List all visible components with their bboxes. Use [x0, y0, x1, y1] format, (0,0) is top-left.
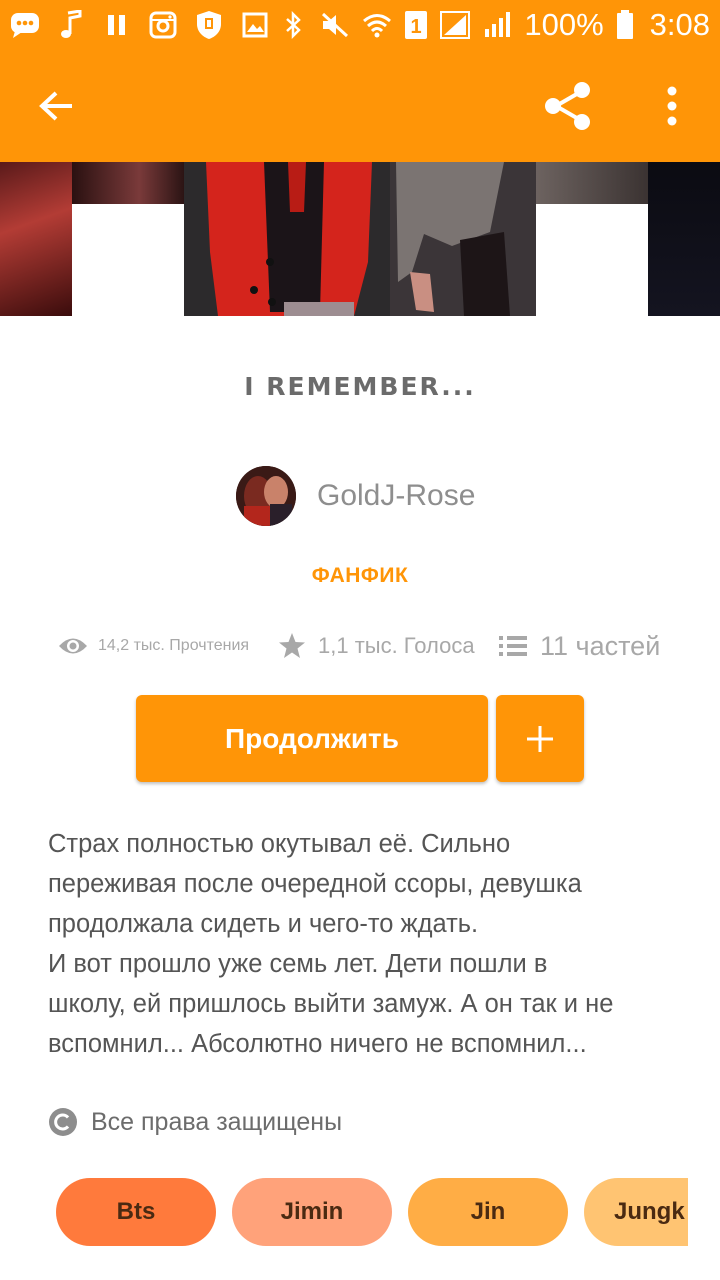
signal-icon	[440, 10, 471, 40]
parts-count[interactable]: 11 частей	[540, 631, 660, 662]
copyright-row: Все права защищены	[48, 1102, 342, 1142]
cover-thumbnail-previous-2[interactable]	[72, 162, 184, 204]
bluetooth-icon	[278, 10, 308, 40]
reads-stat: 14,2 тыс. Прочтения	[58, 626, 249, 666]
sim-slot-label: 1	[411, 16, 422, 38]
author-row[interactable]: GoldJ-Rose	[236, 466, 475, 526]
cover-carousel[interactable]	[0, 162, 720, 318]
story-description: Страх полностью окутывал её. Сильно пере…	[48, 824, 688, 1064]
battery-percent: 100%	[524, 7, 604, 42]
shield-icon	[194, 10, 224, 40]
star-icon	[279, 633, 305, 658]
sim-icon: 1	[404, 10, 428, 40]
tag-chip[interactable]: Jungk	[584, 1178, 688, 1246]
status-bar-system: 1 100% 3:08	[278, 6, 710, 44]
pause-icon	[102, 10, 132, 40]
description-line: продолжала сидеть и чего-то ждать.	[48, 910, 479, 938]
tags-row[interactable]: Bts Jimin Jin Jungk	[0, 1178, 688, 1248]
back-button[interactable]	[26, 76, 86, 136]
votes-stat: 1,1 тыс. Голоса	[278, 626, 475, 666]
clock: 3:08	[649, 7, 710, 42]
genre-label[interactable]: ФАНФИК	[0, 564, 720, 588]
story-stats: 14,2 тыс. Прочтения 1,1 тыс. Голоса 11 ч…	[58, 626, 668, 666]
music-icon	[56, 10, 86, 40]
share-icon	[545, 82, 590, 130]
mute-icon	[320, 10, 350, 40]
status-bar: 1 100% 3:08	[0, 0, 720, 50]
copyright-text: Все права защищены	[91, 1107, 343, 1136]
story-title: I REMEMBER...	[244, 372, 476, 401]
author-avatar[interactable]	[236, 466, 296, 526]
more-options-button[interactable]	[642, 76, 702, 136]
description-line: И вот прошло уже семь лет. Дети пошли в	[48, 950, 548, 978]
tag-chip[interactable]: Bts	[56, 1178, 216, 1246]
plus-icon	[527, 725, 553, 752]
tag-chip[interactable]: Jimin	[232, 1178, 392, 1246]
chat-icon	[10, 10, 40, 40]
continue-reading-button[interactable]: Продолжить	[136, 695, 488, 782]
cover-image[interactable]	[184, 162, 536, 316]
cover-thumbnail-next[interactable]	[536, 162, 648, 204]
reads-count: 14,2 тыс. Прочтения	[98, 637, 250, 654]
copyright-icon	[49, 1108, 77, 1136]
share-button[interactable]	[538, 76, 598, 136]
wifi-icon	[362, 10, 392, 40]
cover-thumbnail-next-2[interactable]	[648, 162, 720, 316]
signal-bars-icon	[482, 10, 512, 40]
eye-icon	[59, 638, 87, 654]
cover-thumbnail-previous[interactable]	[0, 162, 72, 316]
votes-count: 1,1 тыс. Голоса	[318, 633, 475, 658]
tag-chip[interactable]: Jin	[408, 1178, 568, 1246]
parts-stat[interactable]: 11 частей	[498, 626, 660, 666]
description-line: Страх полностью окутывал её. Сильно	[48, 830, 511, 858]
battery-icon	[616, 10, 634, 40]
add-to-library-button[interactable]	[496, 695, 584, 782]
instagram-icon	[148, 10, 178, 40]
description-line: переживая после очередной ссоры, девушка	[48, 870, 582, 898]
list-icon	[499, 636, 527, 656]
image-icon	[240, 10, 270, 40]
more-vert-icon	[667, 86, 677, 126]
arrow-back-icon	[39, 91, 72, 121]
description-line: школу, ей пришлось выйти замуж. А он так…	[48, 990, 614, 1018]
author-name[interactable]: GoldJ-Rose	[317, 479, 475, 513]
description-line: вспомнил... Абсолютно ничего не вспомнил…	[48, 1030, 587, 1058]
app-toolbar	[0, 50, 720, 162]
status-bar-notifications	[10, 8, 270, 42]
